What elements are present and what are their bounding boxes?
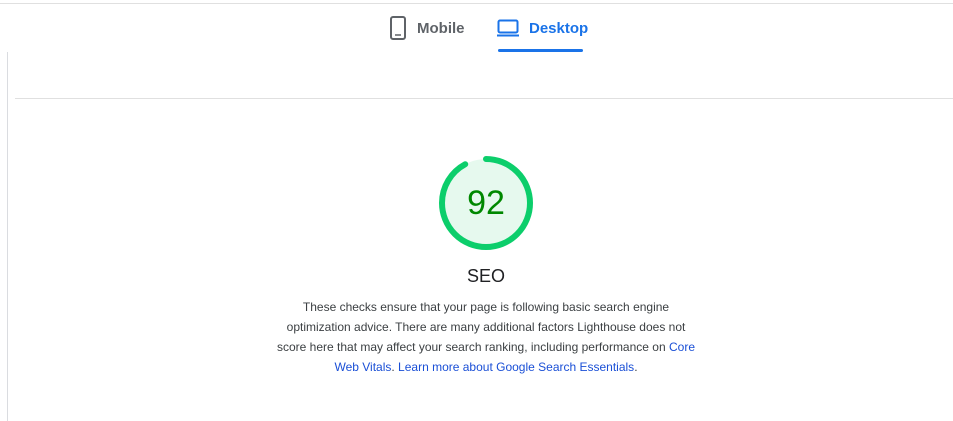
active-tab-indicator [498, 49, 583, 52]
tab-desktop[interactable]: Desktop [497, 4, 588, 52]
desktop-icon [497, 19, 519, 37]
category-title: SEO [466, 266, 505, 286]
device-tabs: Mobile Desktop [0, 4, 953, 52]
tab-mobile-label: Mobile [417, 19, 465, 37]
description-text: These checks ensure that your page is fo… [276, 300, 686, 354]
phone-icon [389, 16, 407, 40]
tab-desktop-label: Desktop [529, 19, 589, 37]
category-description: These checks ensure that your page is fo… [276, 297, 696, 377]
score-gauge: 92 [436, 153, 536, 253]
description-end: . [634, 360, 638, 374]
tab-mobile[interactable]: Mobile [389, 4, 465, 52]
left-divider [7, 52, 8, 421]
section-divider [15, 98, 953, 99]
score-value: 92 [467, 183, 505, 222]
learn-more-link[interactable]: Learn more about Google Search Essential… [398, 360, 634, 374]
